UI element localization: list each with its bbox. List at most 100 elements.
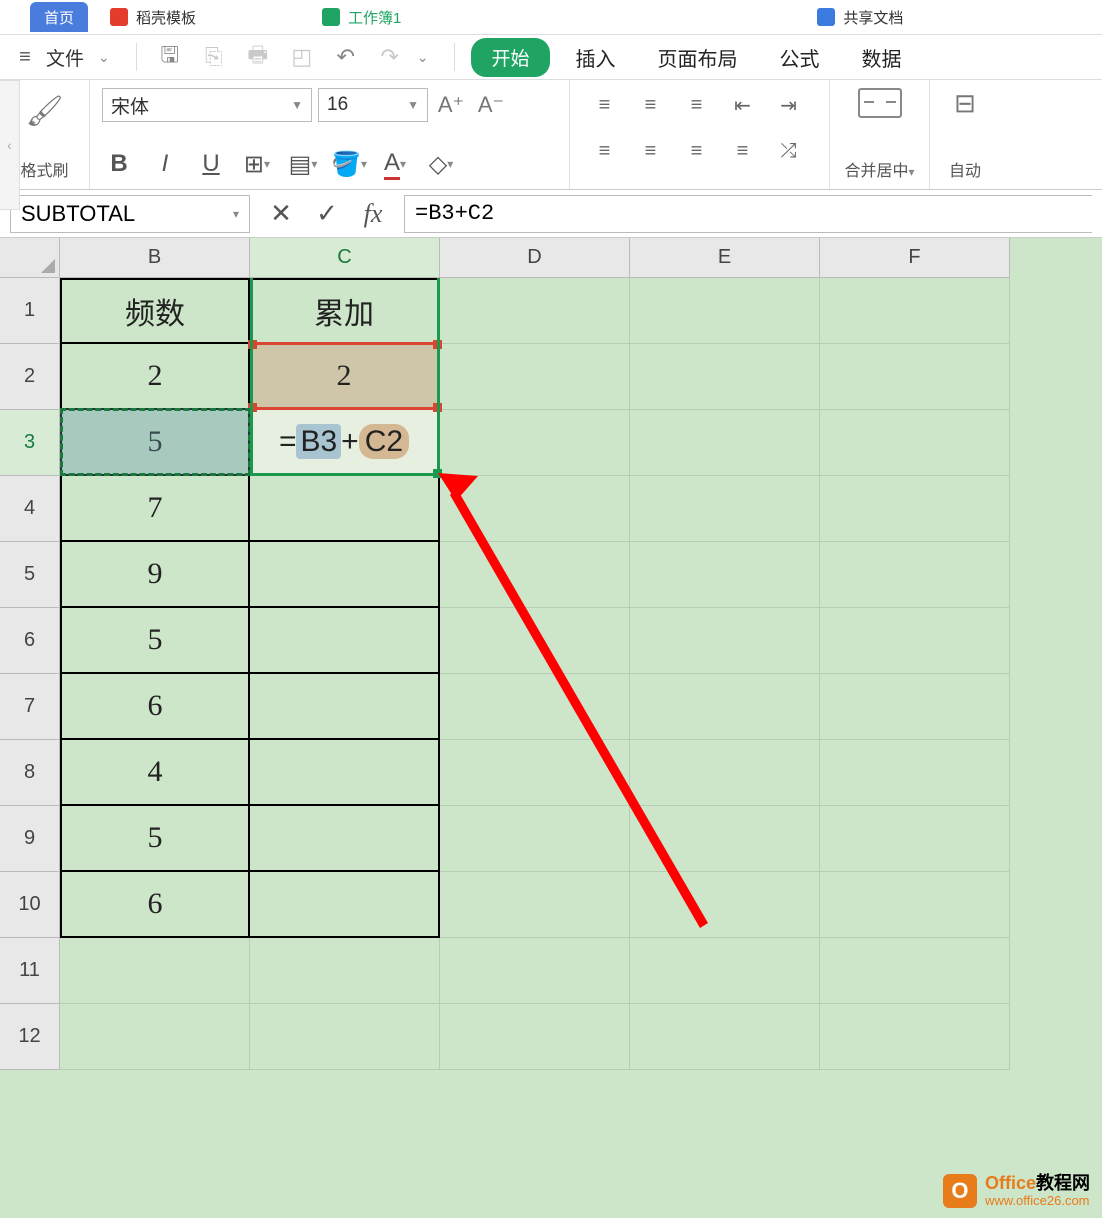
fx-icon[interactable]: fx: [358, 199, 388, 229]
cell-C10[interactable]: [250, 872, 440, 938]
cell-C2[interactable]: 2: [250, 344, 440, 410]
row-header-7[interactable]: 7: [0, 674, 60, 740]
cell-F12[interactable]: [820, 1004, 1010, 1070]
cell-D9[interactable]: [440, 806, 630, 872]
font-size-select[interactable]: 16▼: [318, 88, 428, 122]
cell-D4[interactable]: [440, 476, 630, 542]
cell-D1[interactable]: [440, 278, 630, 344]
cell-F3[interactable]: [820, 410, 1010, 476]
justify-icon[interactable]: ≡: [726, 134, 760, 168]
col-header-F[interactable]: F: [820, 238, 1010, 278]
row-header-11[interactable]: 11: [0, 938, 60, 1004]
cell-B12[interactable]: [60, 1004, 250, 1070]
align-center-icon[interactable]: ≡: [634, 134, 668, 168]
cell-D6[interactable]: [440, 608, 630, 674]
format-painter-icon[interactable]: 🖌: [22, 88, 68, 134]
cell-E6[interactable]: [630, 608, 820, 674]
cell-D10[interactable]: [440, 872, 630, 938]
cell-E9[interactable]: [630, 806, 820, 872]
row-header-3[interactable]: 3: [0, 410, 60, 476]
undo-icon[interactable]: ↶: [329, 40, 363, 74]
formula-bar[interactable]: =B3+C2: [404, 195, 1092, 233]
cell-E4[interactable]: [630, 476, 820, 542]
cell-C11[interactable]: [250, 938, 440, 1004]
print-icon[interactable]: 🖶: [241, 40, 275, 74]
save-icon[interactable]: 🖫: [153, 40, 187, 74]
file-menu[interactable]: 文件: [46, 44, 84, 71]
cell-D7[interactable]: [440, 674, 630, 740]
cell-C4[interactable]: [250, 476, 440, 542]
cell-B3[interactable]: 5: [60, 410, 250, 476]
cell-C8[interactable]: [250, 740, 440, 806]
bold-button[interactable]: B: [102, 147, 136, 181]
row-header-5[interactable]: 5: [0, 542, 60, 608]
cell-D2[interactable]: [440, 344, 630, 410]
ribbon-tab-start[interactable]: 开始: [471, 38, 549, 77]
decrease-font-icon[interactable]: A⁻: [474, 88, 508, 122]
preview-icon[interactable]: ◰: [285, 40, 319, 74]
cell-D5[interactable]: [440, 542, 630, 608]
increase-font-icon[interactable]: A⁺: [434, 88, 468, 122]
redo-icon[interactable]: ↷: [373, 40, 407, 74]
orientation-icon[interactable]: ⤮: [772, 134, 806, 168]
cell-E8[interactable]: [630, 740, 820, 806]
tab-home[interactable]: 首页: [30, 2, 88, 32]
cell-D12[interactable]: [440, 1004, 630, 1070]
chevron-down-icon[interactable]: ⌄: [98, 49, 110, 66]
row-header-12[interactable]: 12: [0, 1004, 60, 1070]
row-header-10[interactable]: 10: [0, 872, 60, 938]
align-left-icon[interactable]: ≡: [588, 134, 622, 168]
border-button[interactable]: ⊞▾: [240, 147, 274, 181]
cell-E3[interactable]: [630, 410, 820, 476]
cell-F7[interactable]: [820, 674, 1010, 740]
cell-C3[interactable]: =B3+C2: [250, 410, 440, 476]
ribbon-tab-formula[interactable]: 公式: [764, 39, 836, 76]
col-header-D[interactable]: D: [440, 238, 630, 278]
qa-dropdown-icon[interactable]: ⌄: [417, 49, 429, 66]
cell-C6[interactable]: [250, 608, 440, 674]
col-header-C[interactable]: C: [250, 238, 440, 278]
row-header-6[interactable]: 6: [0, 608, 60, 674]
merge-icon[interactable]: [858, 88, 902, 118]
col-header-B[interactable]: B: [60, 238, 250, 278]
ribbon-tab-data[interactable]: 数据: [846, 39, 918, 76]
indent-increase-icon[interactable]: ⇥: [772, 88, 806, 122]
panel-collapse[interactable]: ‹: [0, 80, 20, 210]
cell-E2[interactable]: [630, 344, 820, 410]
row-header-2[interactable]: 2: [0, 344, 60, 410]
cell-D11[interactable]: [440, 938, 630, 1004]
cell-D3[interactable]: [440, 410, 630, 476]
name-box[interactable]: SUBTOTAL▾: [10, 195, 250, 233]
cell-E5[interactable]: [630, 542, 820, 608]
fill-color-button[interactable]: 🪣▾: [332, 147, 366, 181]
wrap-icon[interactable]: ⊟: [954, 88, 976, 119]
cell-B11[interactable]: [60, 938, 250, 1004]
cell-F1[interactable]: [820, 278, 1010, 344]
share-icon[interactable]: ⎘: [197, 40, 231, 74]
cell-E11[interactable]: [630, 938, 820, 1004]
cell-C9[interactable]: [250, 806, 440, 872]
tab-shared[interactable]: 共享文档: [803, 2, 917, 32]
cell-F8[interactable]: [820, 740, 1010, 806]
cell-F11[interactable]: [820, 938, 1010, 1004]
hamburger-icon[interactable]: ≡: [14, 46, 36, 68]
cell-B6[interactable]: 5: [60, 608, 250, 674]
cell-C1[interactable]: 累加: [250, 278, 440, 344]
cell-B10[interactable]: 6: [60, 872, 250, 938]
cell-B2[interactable]: 2: [60, 344, 250, 410]
row-header-9[interactable]: 9: [0, 806, 60, 872]
row-header-4[interactable]: 4: [0, 476, 60, 542]
cell-B9[interactable]: 5: [60, 806, 250, 872]
underline-button[interactable]: U: [194, 147, 228, 181]
clear-format-button[interactable]: ◇▾: [424, 147, 458, 181]
align-right-icon[interactable]: ≡: [680, 134, 714, 168]
font-name-select[interactable]: 宋体▼: [102, 88, 312, 122]
align-top-icon[interactable]: ≡: [588, 88, 622, 122]
cell-F10[interactable]: [820, 872, 1010, 938]
cell-C7[interactable]: [250, 674, 440, 740]
cell-F5[interactable]: [820, 542, 1010, 608]
cell-B5[interactable]: 9: [60, 542, 250, 608]
row-header-8[interactable]: 8: [0, 740, 60, 806]
cell-C12[interactable]: [250, 1004, 440, 1070]
cancel-icon[interactable]: ✕: [266, 199, 296, 229]
